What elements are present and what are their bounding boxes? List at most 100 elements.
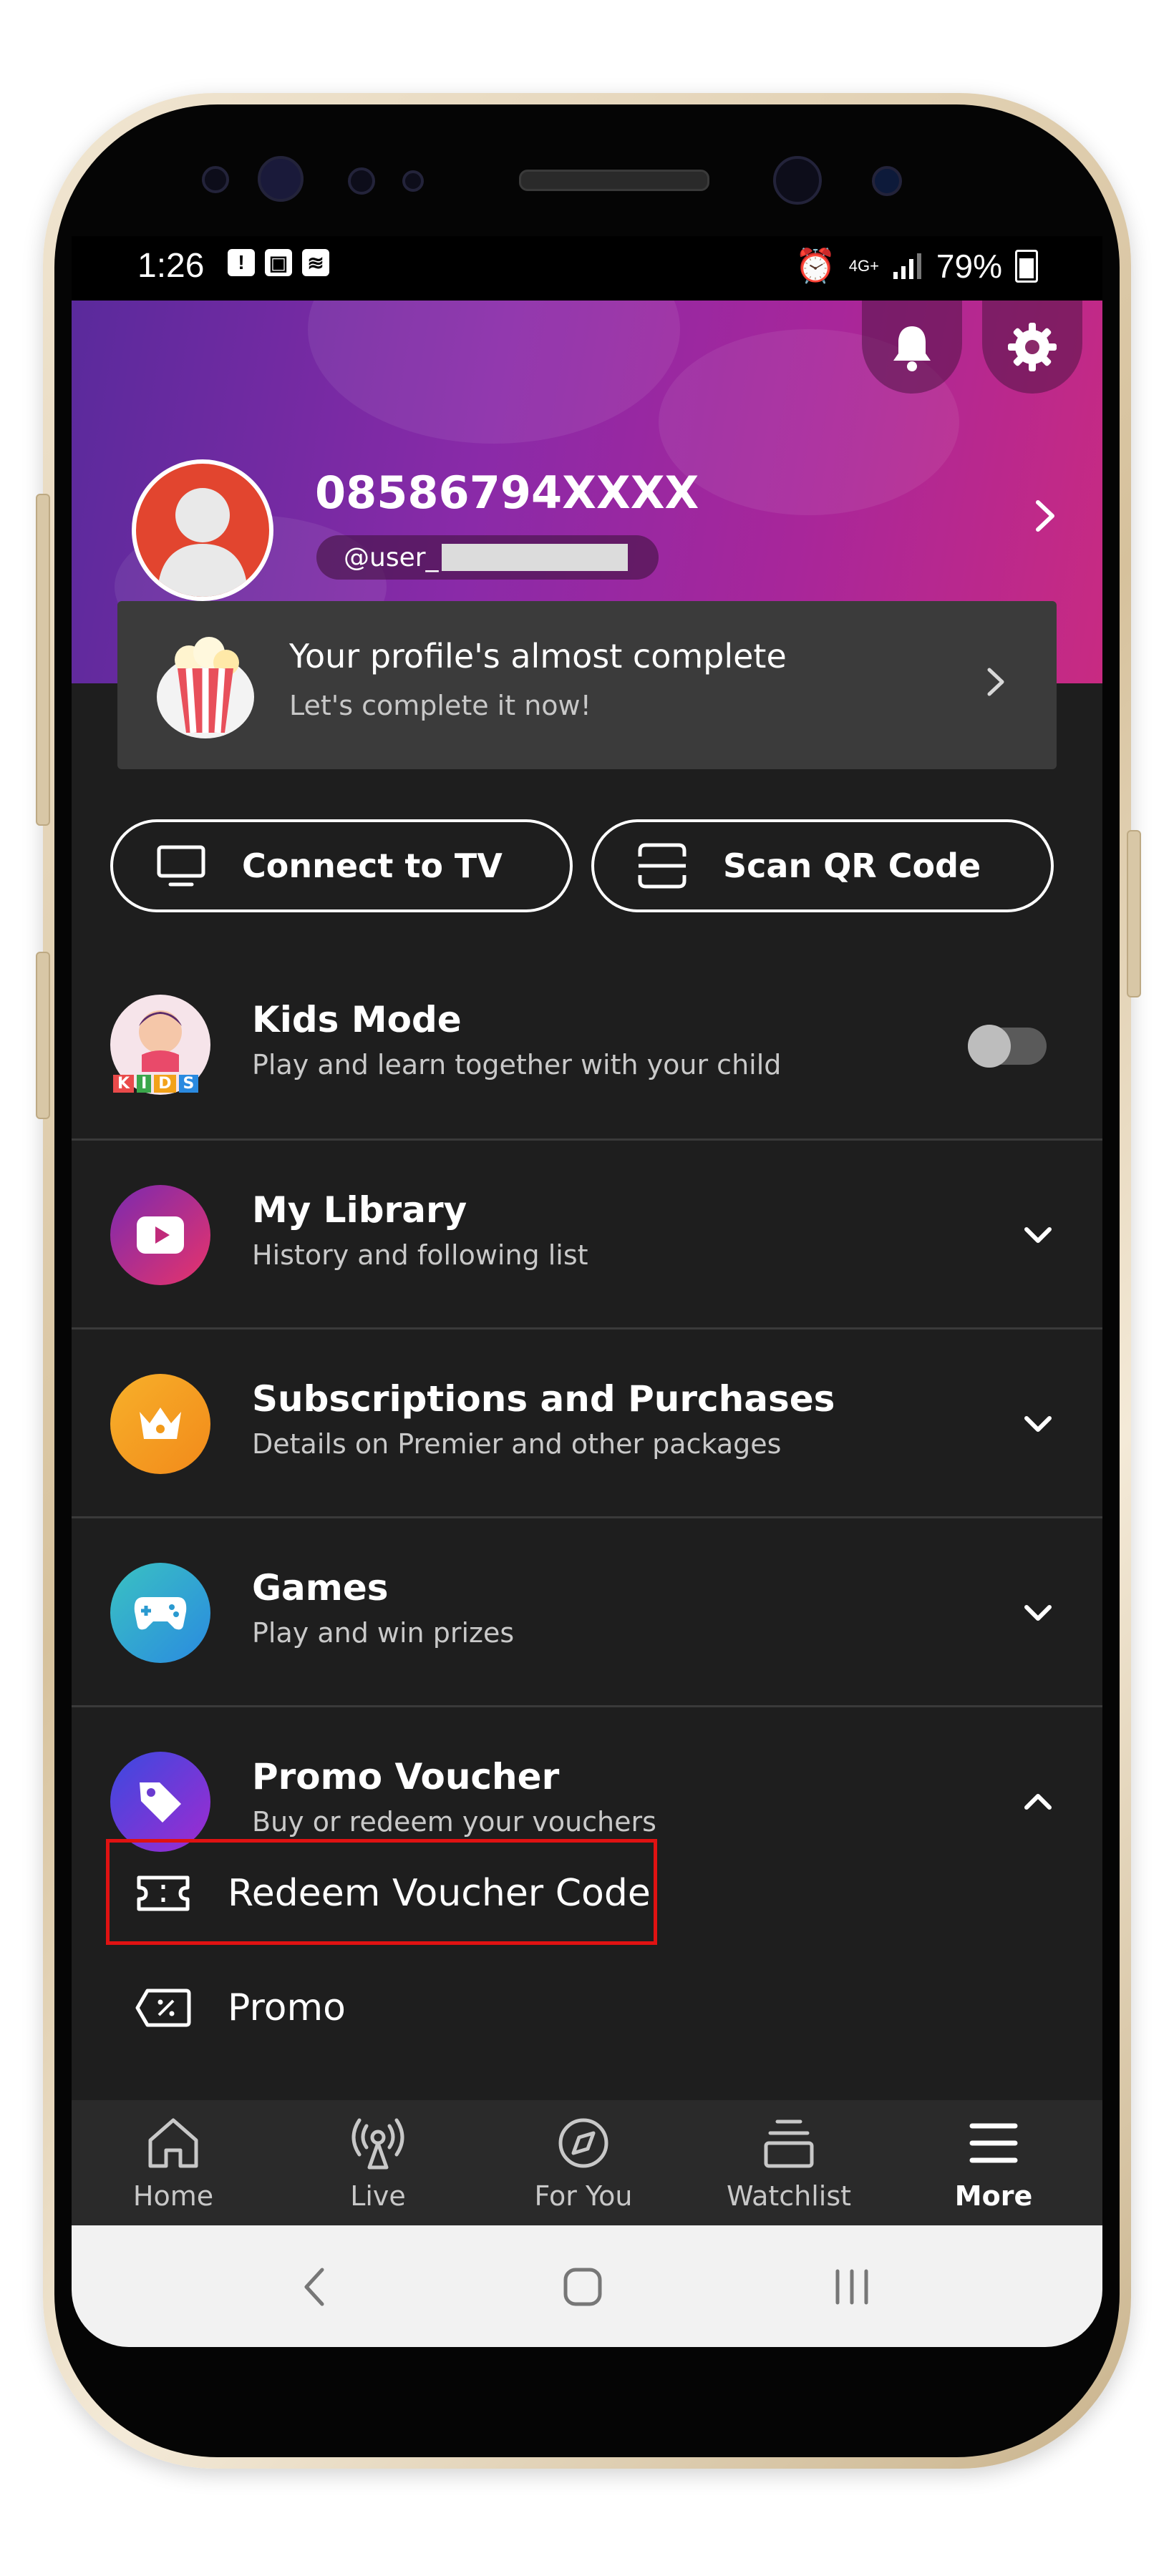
alarm-icon: ⏰ [795, 247, 836, 284]
highlight-box [106, 1839, 657, 1945]
front-camera-icon [773, 156, 822, 205]
chevron-down-icon[interactable] [1021, 1224, 1055, 1248]
handle-text: @user_ [344, 542, 439, 572]
menu-subtitle: History and following list [252, 1239, 588, 1271]
back-icon[interactable] [301, 2265, 329, 2308]
kids-letter-s: S [178, 1075, 199, 1093]
chevron-right-icon [987, 668, 1004, 696]
gear-icon [1008, 323, 1057, 371]
hamburger-menu-icon [969, 2123, 1018, 2163]
nav-live-label: Live [350, 2180, 406, 2212]
menu-subtitle: Buy or redeem your vouchers [252, 1806, 656, 1838]
connect-to-tv-label: Connect to TV [242, 847, 503, 885]
nav-watchlist[interactable]: Watchlist [710, 2100, 868, 2225]
library-icon [110, 1185, 210, 1285]
play-icon [137, 1216, 184, 1254]
menu-title: Promo Voucher [252, 1756, 560, 1797]
menu-title: Kids Mode [252, 999, 462, 1040]
kids-letter-i: I [137, 1075, 152, 1093]
menu-item-kids-mode[interactable]: K I D S Kids Mode Play and learn togethe… [72, 952, 1102, 1141]
nav-home[interactable]: Home [94, 2100, 252, 2225]
connect-to-tv-button[interactable]: Connect to TV [110, 819, 573, 912]
sensor-icon [348, 167, 375, 195]
nav-more[interactable]: More [915, 2100, 1072, 2225]
chevron-down-icon[interactable] [1021, 1601, 1055, 1626]
kids-letter-k: K [113, 1075, 135, 1093]
menu-title: Subscriptions and Purchases [252, 1378, 835, 1420]
decor-blob [308, 301, 680, 444]
nav-for-you-label: For You [534, 2180, 633, 2212]
home-icon [148, 2118, 198, 2168]
settings-button[interactable] [982, 301, 1082, 394]
system-navigation-bar [72, 2225, 1102, 2347]
nav-more-label: More [954, 2180, 1033, 2212]
earpiece-speaker [519, 170, 709, 191]
nav-for-you[interactable]: For You [505, 2100, 662, 2225]
alert-icon: ! [228, 249, 255, 276]
user-handle: @user_ [316, 535, 659, 580]
tag-icon [140, 1782, 181, 1823]
user-silhouette-icon [157, 488, 248, 597]
wifi-icon: ≋ [302, 249, 329, 276]
app-screen: 1:26 ! ▣ ≋ ⏰ 4G+ 79% 08586794XXXX @user_… [72, 236, 1102, 2347]
notifications-button[interactable] [862, 301, 962, 394]
bell-icon [893, 326, 931, 371]
profile-completion-card[interactable]: Your profile's almost complete Let's com… [117, 601, 1057, 769]
kids-letter-d: D [154, 1075, 176, 1093]
chevron-down-icon[interactable] [1021, 1413, 1055, 1437]
status-time: 1:26 [137, 247, 205, 285]
nav-live[interactable]: Live [299, 2100, 457, 2225]
compass-icon [558, 2118, 608, 2168]
kids-badge: K I D S [113, 1075, 199, 1093]
power-button [1127, 830, 1141, 997]
scan-qr-code-label: Scan QR Code [723, 847, 981, 885]
notification-icons: ! ▣ ≋ [228, 249, 329, 276]
tv-icon [157, 845, 205, 887]
recents-icon[interactable] [830, 2267, 873, 2307]
menu-item-games[interactable]: Games Play and win prizes [72, 1518, 1102, 1707]
nav-watchlist-label: Watchlist [726, 2180, 852, 2212]
iris-camera-icon [872, 166, 902, 196]
popcorn-icon [157, 637, 254, 738]
home-button-icon[interactable] [561, 2265, 604, 2308]
status-right: ⏰ 4G+ 79% [795, 246, 1038, 286]
nav-home-label: Home [132, 2180, 214, 2212]
username: 08586794XXXX [315, 467, 699, 519]
crown-icon [140, 1407, 181, 1439]
profile-card-subtitle: Let's complete it now! [289, 690, 591, 721]
scan-qr-code-button[interactable]: Scan QR Code [591, 819, 1054, 912]
menu-item-subscriptions[interactable]: Subscriptions and Purchases Details on P… [72, 1330, 1102, 1518]
status-bar: 1:26 ! ▣ ≋ ⏰ 4G+ 79% [72, 236, 1102, 301]
image-icon: ▣ [265, 249, 292, 276]
promo-voucher-icon [110, 1752, 210, 1852]
proximity-sensor-icon [202, 166, 229, 193]
sensor-small-icon [402, 170, 424, 192]
subscriptions-icon [110, 1374, 210, 1474]
gamepad-icon [134, 1597, 187, 1630]
bixby-button [36, 952, 50, 1119]
menu-subtitle: Play and learn together with your child [252, 1049, 782, 1080]
menu-subtitle: Play and win prizes [252, 1617, 515, 1649]
bottom-navigation: Home Live For You Watchlist More [72, 2100, 1102, 2225]
kids-mode-toggle[interactable] [968, 1025, 1047, 1068]
menu-subtitle: Details on Premier and other packages [252, 1428, 782, 1460]
menu-title: My Library [252, 1189, 467, 1231]
menu-item-my-library[interactable]: My Library History and following list [72, 1141, 1102, 1330]
battery-icon [1015, 249, 1038, 283]
handle-redaction [441, 544, 628, 571]
profile-chevron-right-icon[interactable] [1031, 498, 1059, 534]
promo-item[interactable]: Promo [107, 1956, 651, 2059]
toggle-knob [968, 1025, 1011, 1068]
promo-label: Promo [228, 1986, 346, 2029]
avatar[interactable] [132, 459, 273, 601]
network-type: 4G+ [848, 256, 879, 275]
signal-icon [893, 253, 921, 279]
volume-button [36, 494, 50, 826]
games-icon [110, 1563, 210, 1663]
live-broadcast-icon [351, 2118, 404, 2170]
watchlist-icon [764, 2119, 814, 2168]
discount-tag-icon [135, 1989, 191, 2027]
menu-title: Games [252, 1567, 389, 1609]
battery-percent: 79% [936, 247, 1002, 285]
chevron-up-icon[interactable] [1021, 1789, 1055, 1813]
